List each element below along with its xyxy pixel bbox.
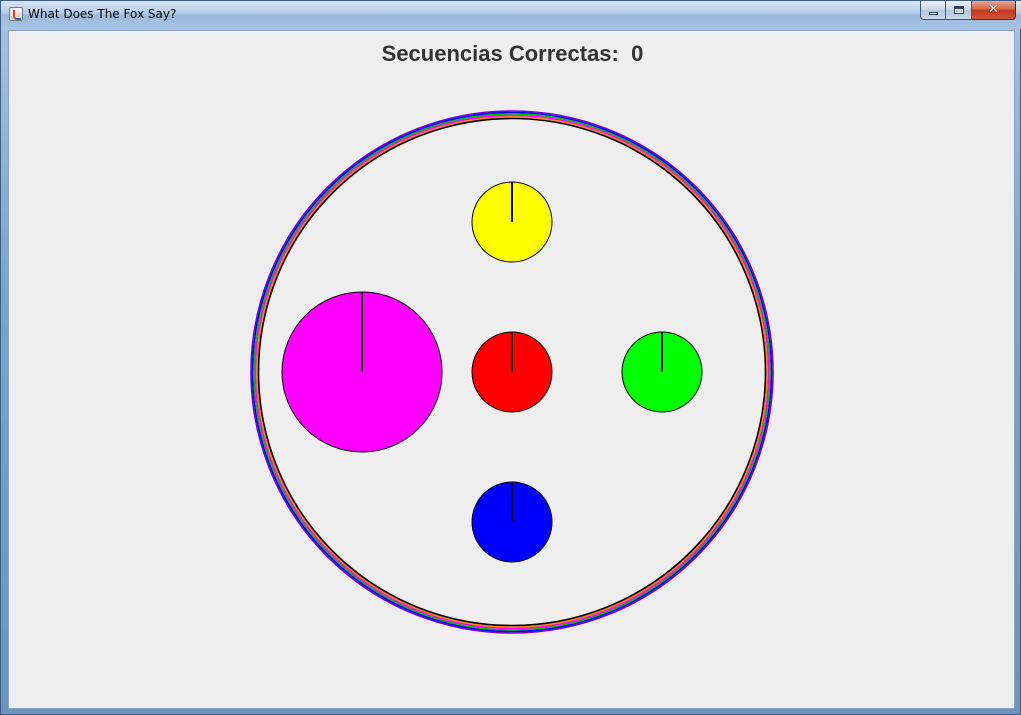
minimize-button[interactable] [920, 1, 946, 20]
close-icon: ✕ [988, 2, 999, 17]
green-button[interactable] [621, 331, 703, 413]
red-button[interactable] [471, 331, 553, 413]
title-bar[interactable]: What Does The Fox Say? ✕ [1, 1, 1021, 29]
window-controls: ✕ [920, 1, 1016, 21]
color-pads [281, 181, 703, 563]
close-button[interactable]: ✕ [972, 1, 1016, 20]
maximize-button[interactable] [946, 1, 972, 20]
app-window: What Does The Fox Say? ✕ Secuencias Corr… [0, 0, 1021, 715]
magenta-button[interactable] [281, 291, 443, 453]
game-board [250, 110, 774, 634]
yellow-button[interactable] [471, 181, 553, 263]
window-title: What Does The Fox Say? [28, 7, 177, 21]
blue-button[interactable] [471, 481, 553, 563]
maximize-icon [954, 6, 964, 14]
game-canvas: Secuencias Correctas: 0 [8, 30, 1015, 709]
java-app-icon[interactable] [9, 7, 23, 21]
minimize-icon [929, 12, 938, 15]
